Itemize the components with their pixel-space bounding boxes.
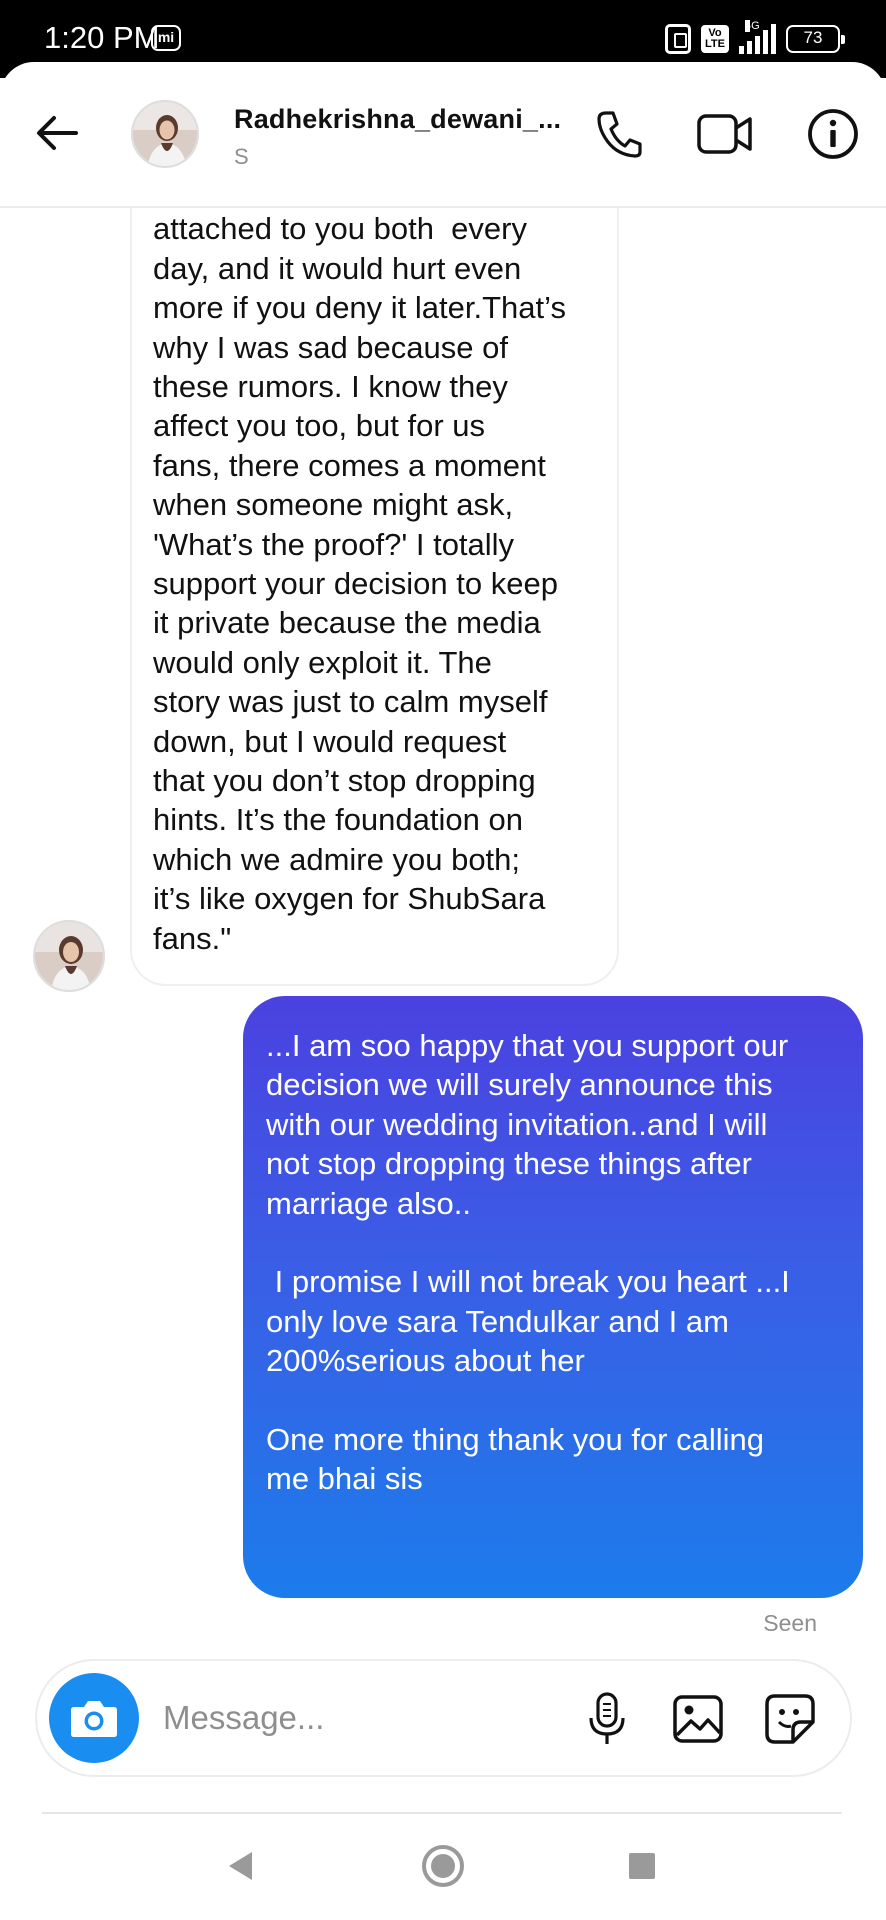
contact-subtitle: S [234,144,249,169]
network-type: 4G [745,20,760,32]
message-composer [35,1659,852,1777]
chat-header: Radhekrishna_dewani_... S [0,62,886,208]
back-arrow-icon [37,116,78,150]
contact-username[interactable]: Radhekrishna_dewani_... [234,104,561,135]
battery-icon: 73 [786,25,845,53]
triangle-back-icon [229,1852,252,1880]
sticker-button[interactable] [763,1691,819,1747]
phone-icon [597,111,642,158]
sender-avatar[interactable] [33,920,105,992]
sticker-icon [765,1694,815,1744]
info-button[interactable] [805,106,861,162]
nav-divider [42,1812,842,1814]
outgoing-message-bubble[interactable]: ...I am soo happy that you support our d… [243,996,863,1598]
signal-icon: 4G [739,20,776,54]
square-recents-icon [629,1853,655,1879]
info-icon [808,109,858,159]
mi-icon: mi [151,25,181,51]
seen-status: Seen [763,1610,817,1636]
video-camera-icon [697,114,752,154]
screen-rotation-icon [665,24,691,54]
incoming-message-bubble[interactable]: attached to you both every day, and it w… [130,130,619,986]
back-button[interactable] [32,108,82,158]
gallery-icon [673,1695,723,1743]
status-indicators: Vo LTE 4G 73 [665,20,845,56]
message-input[interactable] [163,1689,493,1747]
outgoing-message-text: ...I am soo happy that you support our d… [266,1028,790,1497]
nav-back-button[interactable] [211,1840,271,1892]
voice-call-button[interactable] [591,106,647,162]
camera-button[interactable] [49,1673,139,1763]
volte-icon: Vo LTE [701,25,729,53]
home-circle-icon [422,1845,464,1887]
voice-message-button[interactable] [579,1691,635,1747]
nav-recents-button[interactable] [612,1840,672,1892]
status-time: 1:20 PM [44,20,160,55]
microphone-icon [589,1692,625,1744]
incoming-message-text: attached to you both every day, and it w… [153,211,566,956]
gallery-button[interactable] [670,1691,726,1747]
nav-home-button[interactable] [413,1840,473,1892]
contact-avatar[interactable] [131,100,199,168]
video-call-button[interactable] [697,106,753,162]
camera-icon [71,1701,117,1737]
